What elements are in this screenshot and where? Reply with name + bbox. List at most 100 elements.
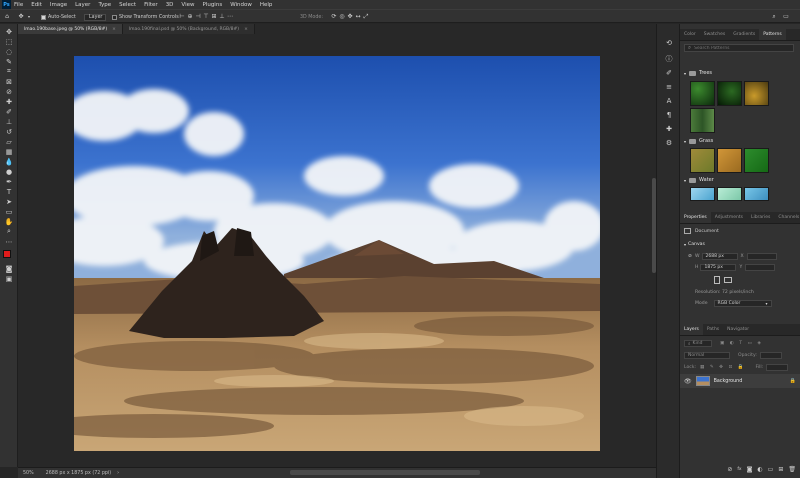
pattern-swatch[interactable]: [744, 148, 769, 173]
clone-stamp-icon[interactable]: ⊥: [4, 117, 14, 126]
show-transform-checkbox[interactable]: Show Transform Controls: [112, 13, 179, 21]
layer-row-background[interactable]: 👁 Background 🔒: [680, 374, 800, 388]
layer-select[interactable]: Layer: [84, 13, 106, 21]
slide-icon[interactable]: ↔: [354, 13, 362, 21]
quick-mask-icon[interactable]: ◙: [4, 264, 14, 273]
menu-plugins[interactable]: Plugins: [202, 2, 222, 8]
group-folder-icon[interactable]: ▭: [768, 466, 774, 473]
portrait-icon[interactable]: [714, 276, 720, 284]
menu-select[interactable]: Select: [119, 2, 136, 8]
workspace-icon[interactable]: ▭: [782, 13, 790, 21]
frame-tool-icon[interactable]: ⊠: [4, 77, 14, 86]
pan-icon[interactable]: ✥: [346, 13, 354, 21]
align-left-icon[interactable]: ⊢: [178, 13, 186, 21]
align-center-icon[interactable]: ⊕: [186, 13, 194, 21]
fx-icon[interactable]: fx: [737, 467, 741, 472]
tab-gradients[interactable]: Gradients: [729, 29, 759, 40]
zoom-tool-icon[interactable]: ⌕: [4, 227, 14, 236]
hand-tool-icon[interactable]: ✋: [4, 217, 14, 226]
landscape-icon[interactable]: [724, 277, 732, 283]
doc-tab-final[interactable]: lmao.190final.psd @ 50% (Background, RGB…: [122, 24, 255, 34]
pattern-swatch[interactable]: [717, 187, 742, 201]
horizontal-scrollbar[interactable]: [290, 470, 480, 475]
tab-swatches[interactable]: Swatches: [700, 29, 730, 40]
layer-kind-select[interactable]: ⌕ Kind: [684, 340, 712, 347]
opacity-field[interactable]: [759, 352, 782, 359]
lock-icons[interactable]: ▦ ✎ ✥ ⊡ 🔒: [700, 365, 745, 370]
healing-brush-icon[interactable]: ✚: [4, 97, 14, 106]
pattern-swatch[interactable]: [717, 148, 742, 173]
tab-libraries[interactable]: Libraries: [747, 212, 774, 223]
foreground-color-swatch[interactable]: [3, 250, 11, 258]
move-tool-preset[interactable]: ✥ ▾: [17, 13, 33, 21]
eraser-tool-icon[interactable]: ▱: [4, 137, 14, 146]
pattern-swatch[interactable]: [690, 187, 715, 201]
tab-navigator[interactable]: Navigator: [723, 324, 753, 335]
document-canvas-image[interactable]: [74, 56, 600, 451]
tab-paths[interactable]: Paths: [703, 324, 723, 335]
trash-icon[interactable]: 🗑: [788, 466, 796, 473]
properties-icon[interactable]: ≡: [664, 82, 674, 92]
y-field[interactable]: [745, 264, 776, 271]
photoshop-logo-icon[interactable]: Ps: [2, 0, 11, 9]
paragraph-icon[interactable]: ¶: [664, 110, 674, 120]
align-right-icon[interactable]: ⊣: [194, 13, 202, 21]
rectangle-tool-icon[interactable]: ▭: [4, 207, 14, 216]
brush-tool-icon[interactable]: ✐: [4, 107, 14, 116]
pattern-group-grass[interactable]: ▾ Grass: [684, 138, 713, 144]
pattern-swatch[interactable]: [717, 81, 742, 106]
orbit-icon[interactable]: ⟳: [330, 13, 338, 21]
align-top-icon[interactable]: ⊤: [202, 13, 210, 21]
mask-icon[interactable]: ◙: [747, 466, 753, 473]
pattern-swatch[interactable]: [690, 148, 715, 173]
history-icon[interactable]: ⟲: [664, 38, 674, 48]
menu-edit[interactable]: Edit: [31, 2, 42, 8]
tab-adjustments[interactable]: Adjustments: [711, 212, 747, 223]
screen-mode-icon[interactable]: ▣: [4, 274, 14, 283]
menu-type[interactable]: Type: [98, 2, 111, 8]
zoom-level[interactable]: 50%: [23, 471, 34, 476]
link-dimensions-icon[interactable]: ⊘: [688, 254, 692, 259]
history-brush-icon[interactable]: ↺: [4, 127, 14, 136]
mode-select[interactable]: RGB Color ▾: [713, 300, 772, 307]
tab-channels[interactable]: Channels: [774, 212, 800, 223]
auto-select-checkbox[interactable]: Auto-Select: [41, 13, 76, 21]
fill-field[interactable]: [766, 364, 789, 371]
home-icon[interactable]: ⌂: [3, 13, 11, 21]
quick-select-tool-icon[interactable]: ✎: [4, 57, 14, 66]
close-icon[interactable]: ×: [244, 27, 248, 32]
pattern-group-water[interactable]: ▾ Water: [684, 177, 714, 183]
doc-tab-base[interactable]: lmao.190base.jpeg @ 50% (RGB/8#) ×: [18, 24, 123, 34]
menu-3d[interactable]: 3D: [166, 2, 174, 8]
path-select-tool-icon[interactable]: ➤: [4, 197, 14, 206]
pattern-search-input[interactable]: [694, 45, 785, 51]
crop-tool-icon[interactable]: ⌗: [4, 67, 14, 76]
more-tools-icon[interactable]: ⋯: [4, 237, 14, 246]
filter-icons[interactable]: ▣ ◐ T ▭ ◈: [720, 341, 763, 346]
pattern-swatch[interactable]: [690, 81, 715, 106]
blend-mode-select[interactable]: Normal: [684, 352, 730, 359]
roll-icon[interactable]: ◎: [338, 13, 346, 21]
pattern-search[interactable]: ⌕: [684, 44, 794, 52]
dodge-tool-icon[interactable]: ●: [4, 167, 14, 176]
more-icon[interactable]: ⋯: [226, 13, 234, 21]
canvas-section-header[interactable]: ▾ Canvas: [684, 242, 705, 247]
width-field[interactable]: 2688 px: [701, 253, 738, 260]
eyedropper-tool-icon[interactable]: ⊘: [4, 87, 14, 96]
gradient-tool-icon[interactable]: ▦: [4, 147, 14, 156]
close-icon[interactable]: ×: [112, 27, 116, 32]
scale-icon[interactable]: ⤢: [362, 13, 370, 21]
tab-properties[interactable]: Properties: [680, 212, 711, 223]
pattern-swatch[interactable]: [690, 108, 715, 133]
pattern-swatch[interactable]: [744, 187, 769, 201]
height-field[interactable]: 1875 px: [700, 264, 737, 271]
glyphs-icon[interactable]: ✚: [664, 124, 674, 134]
menu-layer[interactable]: Layer: [75, 2, 90, 8]
character-icon[interactable]: A: [664, 96, 674, 106]
x-field[interactable]: [746, 253, 777, 260]
chevron-right-icon[interactable]: ›: [117, 471, 119, 476]
pattern-group-trees[interactable]: ▾ Trees: [684, 70, 712, 76]
link-icon[interactable]: ⊘: [727, 466, 732, 473]
align-middle-icon[interactable]: ⊞: [210, 13, 218, 21]
adjustment-icon[interactable]: ◐: [757, 466, 762, 473]
